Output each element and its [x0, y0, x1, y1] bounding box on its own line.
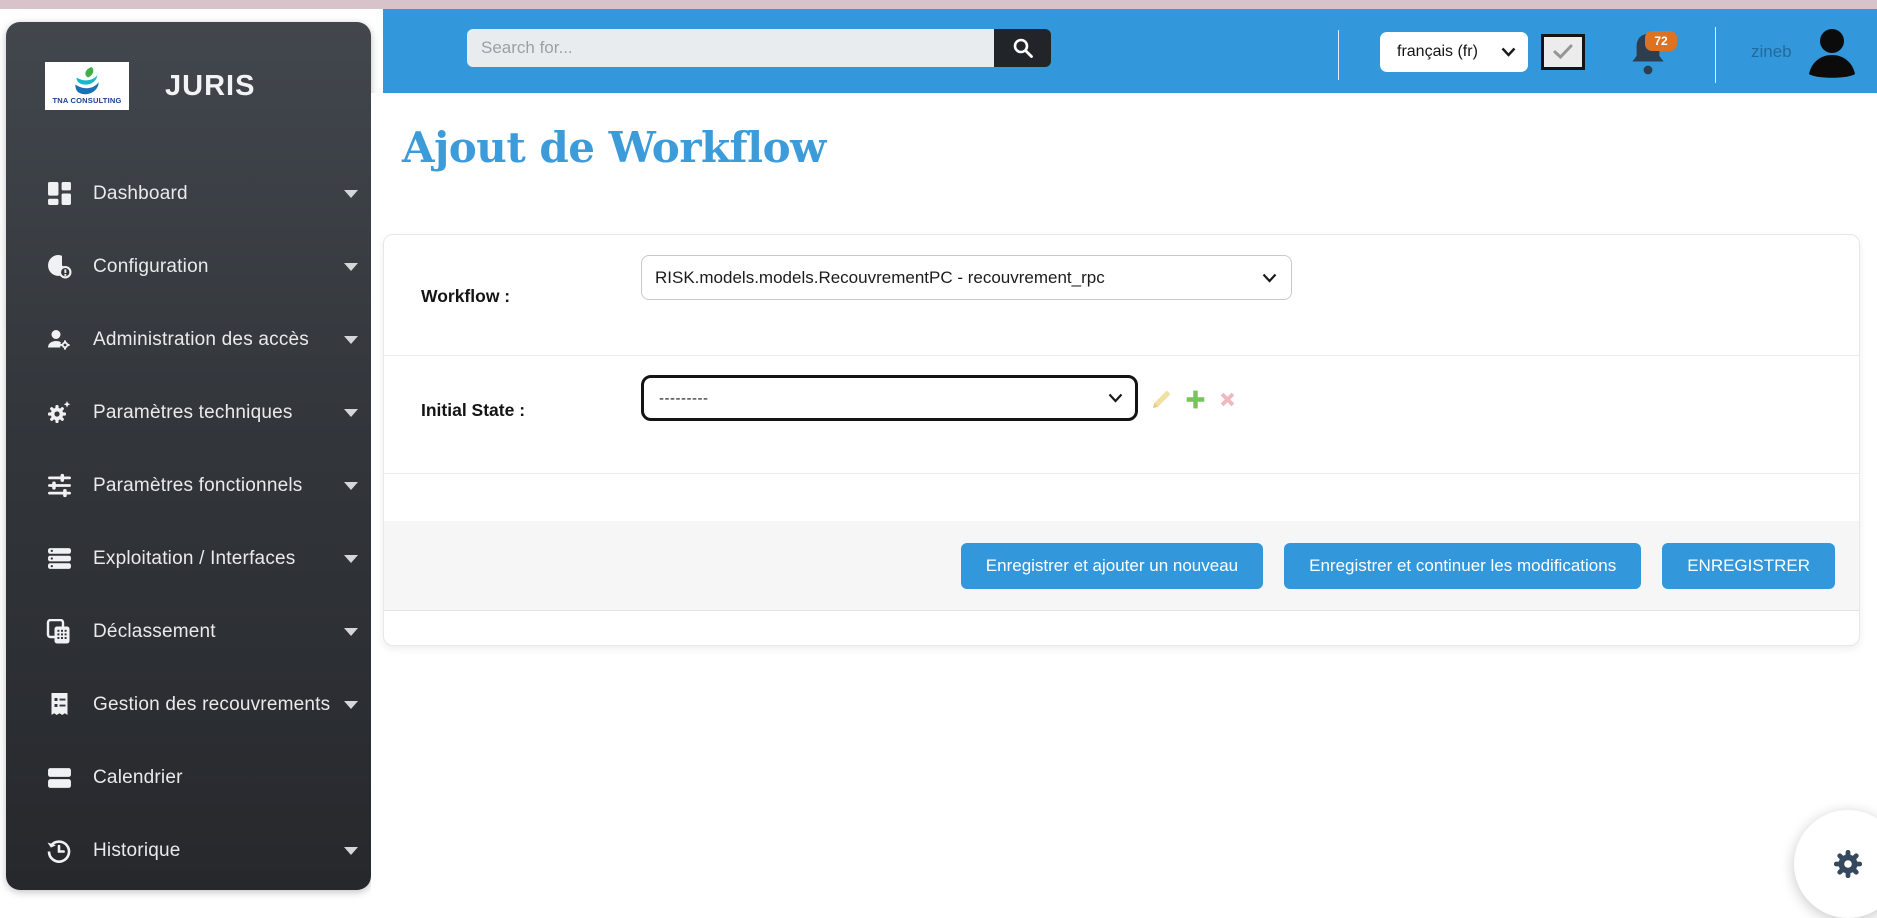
chevron-down-icon [344, 189, 358, 198]
delete-x-icon[interactable] [1217, 389, 1238, 410]
gear-icon [1834, 850, 1862, 878]
history-clock-icon [45, 838, 73, 864]
sidebar-item-configuration[interactable]: Configuration [6, 230, 371, 303]
brand-row: TNA CONSULTING JURIS [6, 22, 371, 110]
workflow-select[interactable]: RISK.models.models.RecouvrementPC - reco… [641, 255, 1292, 300]
chevron-down-icon [344, 262, 358, 271]
chevron-down-icon [344, 700, 358, 709]
top-edge-strip [0, 0, 1877, 9]
main-content: Ajout de Workflow Workflow : RISK.models… [371, 93, 1877, 901]
search-bar [467, 29, 1051, 67]
logo-swoosh-icon [75, 67, 99, 95]
related-field-actions [1150, 387, 1238, 411]
form-actions-bar: Enregistrer et ajouter un nouveau Enregi… [384, 521, 1859, 611]
topbar-divider [1338, 30, 1339, 80]
edit-pencil-icon[interactable] [1150, 387, 1174, 411]
chevron-down-icon [1501, 47, 1516, 57]
server-stack-icon [45, 546, 73, 572]
chevron-down-icon [344, 554, 358, 563]
save-and-add-button[interactable]: Enregistrer et ajouter un nouveau [960, 542, 1264, 589]
language-select[interactable]: français (fr) [1380, 32, 1528, 72]
workflow-label: Workflow : [421, 286, 511, 306]
calendar-bars-icon [45, 765, 73, 791]
chevron-down-icon [344, 627, 358, 636]
sidebar-item-gestion-recouvrements[interactable]: Gestion des recouvrements [6, 668, 371, 741]
notifications-button[interactable]: 72 [1628, 29, 1688, 83]
form-spacer [384, 474, 1859, 521]
topbar: français (fr) 72 zineb [383, 9, 1877, 93]
sidebar-item-dashboard[interactable]: Dashboard [6, 157, 371, 230]
search-input[interactable] [467, 29, 994, 67]
chevron-down-icon [344, 408, 358, 417]
save-and-continue-button[interactable]: Enregistrer et continuer les modificatio… [1284, 542, 1642, 589]
receipt-icon [45, 692, 73, 718]
chevron-down-icon [1108, 393, 1123, 403]
user-gear-icon [45, 327, 73, 353]
chevron-down-icon [344, 335, 358, 344]
sidebar-item-historique[interactable]: Historique [6, 814, 371, 887]
person-icon [1809, 29, 1855, 78]
app-title: JURIS [165, 69, 256, 102]
sidebar-item-calendrier[interactable]: Calendrier [6, 741, 371, 814]
apply-language-button[interactable] [1541, 34, 1585, 70]
gear-sparkle-icon [45, 400, 73, 426]
topbar-divider [1715, 27, 1716, 83]
notification-badge: 72 [1645, 31, 1677, 51]
add-plus-icon[interactable] [1184, 388, 1207, 411]
sidebar-item-exploitation-interfaces[interactable]: Exploitation / Interfaces [6, 522, 371, 595]
copy-calculator-icon [45, 618, 73, 645]
config-donut-icon [45, 254, 73, 280]
logo-text: TNA CONSULTING [52, 96, 122, 105]
sidebar-menu: Dashboard Configuration Administration d… [6, 157, 371, 887]
workflow-field-row: Workflow : RISK.models.models.Recouvreme… [384, 235, 1859, 356]
sliders-icon [45, 473, 73, 499]
company-logo[interactable]: TNA CONSULTING [45, 62, 129, 110]
page-title: Ajout de Workflow [402, 123, 826, 172]
magnifier-icon [1013, 38, 1033, 58]
username-label: zineb [1751, 42, 1792, 61]
sidebar-item-administration-acces[interactable]: Administration des accès [6, 303, 371, 376]
sidebar-item-parametres-techniques[interactable]: Paramètres techniques [6, 376, 371, 449]
initial-state-label: Initial State : [421, 400, 526, 420]
initial-state-select[interactable]: --------- [641, 375, 1138, 421]
user-avatar[interactable] [1805, 26, 1859, 82]
initial-state-field-row: Initial State : --------- [384, 356, 1859, 474]
search-button[interactable] [994, 29, 1051, 67]
sidebar: TNA CONSULTING JURIS Dashboard Configura… [6, 22, 371, 890]
sidebar-item-declassement[interactable]: Déclassement [6, 595, 371, 668]
save-button[interactable]: ENREGISTRER [1662, 542, 1835, 589]
chevron-down-icon [344, 846, 358, 855]
checkmark-icon [1553, 44, 1573, 60]
workflow-form-card: Workflow : RISK.models.models.Recouvreme… [383, 234, 1860, 646]
dashboard-grid-icon [45, 181, 73, 207]
chevron-down-icon [1262, 273, 1277, 283]
sidebar-item-parametres-fonctionnels[interactable]: Paramètres fonctionnels [6, 449, 371, 522]
chevron-down-icon [344, 481, 358, 490]
